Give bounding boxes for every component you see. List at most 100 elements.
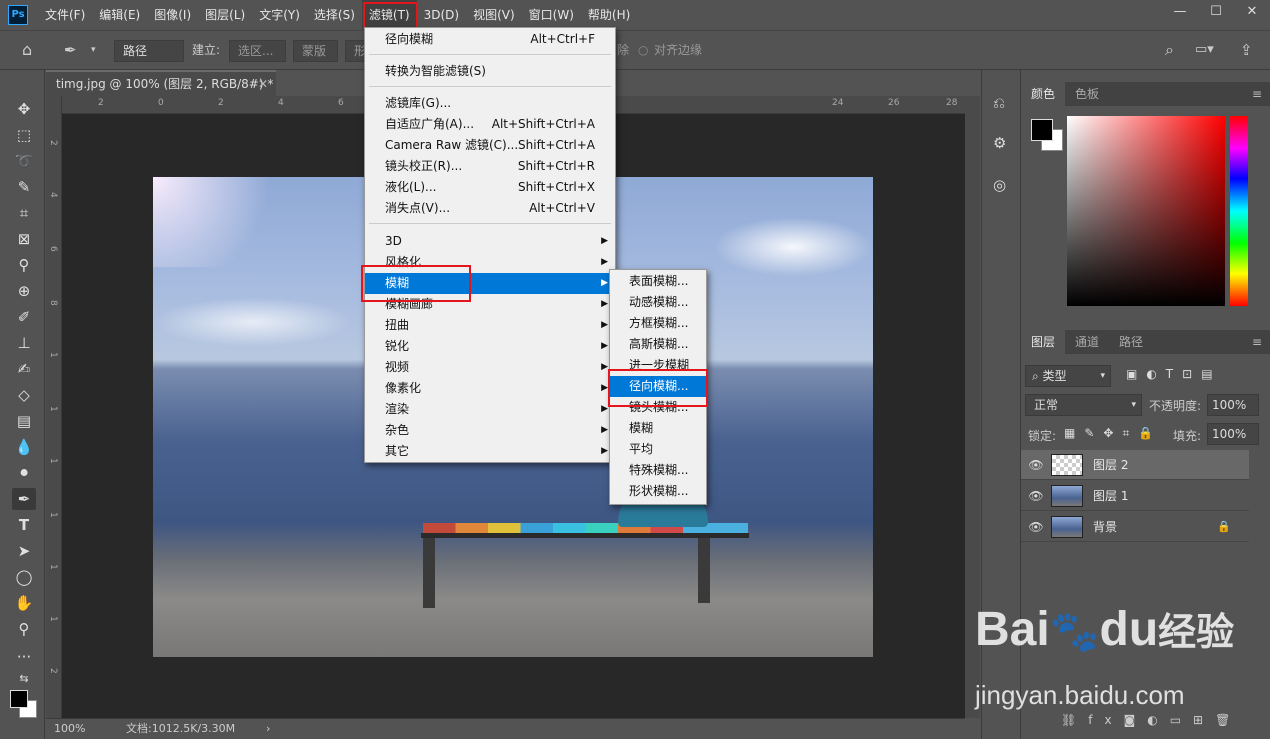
lock-icons[interactable]: ▦✎✥⌗🔒 [1064, 426, 1162, 441]
share-icon[interactable]: ⇪ [1240, 40, 1253, 62]
panel-menu-icon[interactable]: ≡ [1252, 82, 1262, 106]
close-tab-icon[interactable]: ✕ [258, 72, 268, 96]
submenu-video[interactable]: 视频 ▶ [365, 357, 615, 378]
brush-tool-icon[interactable]: ✐ [12, 306, 36, 328]
blur-tool-icon[interactable]: 💧 [12, 436, 36, 458]
status-arrow-icon[interactable]: › [266, 719, 270, 739]
menu-item-adaptive-wide-angle[interactable]: 自适应广角(A)... Alt+Shift+Ctrl+A [365, 114, 615, 135]
healing-brush-icon[interactable]: ⊕ [12, 280, 36, 302]
color-picker-field[interactable] [1067, 116, 1225, 306]
pen-tool-active-icon[interactable]: ✒ [12, 488, 36, 510]
blur-item-smart[interactable]: 特殊模糊... [610, 460, 706, 481]
selection-button[interactable]: 选区... [229, 40, 286, 62]
menu-item-smart-filter[interactable]: 转换为智能滤镜(S) [365, 61, 615, 82]
menu-item-last-filter[interactable]: 径向模糊 Alt+Ctrl+F [365, 29, 615, 50]
submenu-3d[interactable]: 3D ▶ [365, 231, 615, 252]
menu-3d[interactable]: 3D(D) [417, 0, 466, 30]
chevron-down-icon[interactable]: ▾ [91, 40, 96, 62]
menu-type[interactable]: 文字(Y) [252, 0, 307, 30]
crop-tool-icon[interactable]: ⌗ [12, 202, 36, 224]
menu-item-filter-gallery[interactable]: 滤镜库(G)... [365, 93, 615, 114]
quick-select-tool-icon[interactable]: ✎ [12, 176, 36, 198]
menu-item-camera-raw[interactable]: Camera Raw 滤镜(C)... Shift+Ctrl+A [365, 135, 615, 156]
menu-view[interactable]: 视图(V) [466, 0, 522, 30]
submenu-pixelate[interactable]: 像素化 ▶ [365, 378, 615, 399]
eraser-tool-icon[interactable]: ◇ [12, 384, 36, 406]
submenu-noise[interactable]: 杂色 ▶ [365, 420, 615, 441]
history-brush-icon[interactable]: ✍ [12, 358, 36, 380]
path-select-icon[interactable]: ➤ [12, 540, 36, 562]
layer-filter-select[interactable]: ⌕ 类型 ▾ [1025, 365, 1111, 387]
history-panel-icon[interactable]: ⎌ [993, 94, 1005, 112]
menu-item-vanishing-point[interactable]: 消失点(V)... Alt+Ctrl+V [365, 198, 615, 219]
dodge-tool-icon[interactable]: ⚫ [12, 462, 36, 484]
marquee-tool-icon[interactable]: ⬚ [12, 124, 36, 146]
home-icon[interactable]: ⌂ [22, 40, 32, 62]
blur-item-box[interactable]: 方框模糊... [610, 313, 706, 334]
opacity-input[interactable]: 100% [1207, 394, 1259, 416]
eye-icon[interactable]: 👁 [1021, 520, 1051, 534]
tab-paths[interactable]: 路径 [1109, 330, 1153, 354]
trash-icon[interactable]: 🗑 [1215, 713, 1242, 727]
hand-tool-icon[interactable]: ✋ [12, 592, 36, 614]
layer-row[interactable]: 👁 图层 2 [1021, 450, 1249, 480]
menu-layer[interactable]: 图层(L) [198, 0, 252, 30]
more-tools-icon[interactable]: ··· [12, 646, 36, 668]
blur-item-motion[interactable]: 动感模糊... [610, 292, 706, 313]
menu-file[interactable]: 文件(F) [38, 0, 92, 30]
zoom-level[interactable]: 100% [54, 719, 85, 739]
submenu-distort[interactable]: 扭曲 ▶ [365, 315, 615, 336]
menu-select[interactable]: 选择(S) [307, 0, 362, 30]
workspace-icon[interactable]: ▭▾ [1195, 40, 1214, 62]
adjustments-panel-icon[interactable]: ◎ [993, 176, 1006, 194]
blur-item-shape[interactable]: 形状模糊... [610, 481, 706, 502]
menu-edit[interactable]: 编辑(E) [92, 0, 147, 30]
blur-item-average[interactable]: 平均 [610, 439, 706, 460]
eye-icon[interactable]: 👁 [1021, 489, 1051, 503]
menu-item-lens-correction[interactable]: 镜头校正(R)... Shift+Ctrl+R [365, 156, 615, 177]
panel-menu-icon[interactable]: ≡ [1252, 330, 1262, 354]
search-icon[interactable]: ⌕ [1165, 40, 1174, 62]
blur-item-blur[interactable]: 模糊 [610, 418, 706, 439]
minimize-button[interactable]: — [1162, 0, 1198, 24]
mask-button[interactable]: 蒙版 [293, 40, 338, 62]
menu-help[interactable]: 帮助(H) [581, 0, 637, 30]
blur-item-gaussian[interactable]: 高斯模糊... [610, 334, 706, 355]
menu-item-liquify[interactable]: 液化(L)... Shift+Ctrl+X [365, 177, 615, 198]
layer-row[interactable]: 👁 背景 🔒 [1021, 512, 1249, 542]
eye-icon[interactable]: 👁 [1021, 458, 1051, 472]
color-foreground-swatch[interactable] [1031, 119, 1053, 141]
frame-tool-icon[interactable]: ⊠ [12, 228, 36, 250]
swap-colors-icon[interactable]: ⇆ [12, 668, 36, 690]
layer-filter-icons[interactable]: ▣◐T⊡▤ [1126, 367, 1222, 381]
lasso-tool-icon[interactable]: ➰ [12, 150, 36, 172]
layer-row[interactable]: 👁 图层 1 [1021, 481, 1249, 511]
tab-channels[interactable]: 通道 [1065, 330, 1109, 354]
mode-select[interactable]: 路径 [114, 40, 184, 62]
close-button[interactable]: ✕ [1234, 0, 1270, 24]
hue-slider[interactable] [1230, 116, 1248, 306]
menu-window[interactable]: 窗口(W) [522, 0, 581, 30]
foreground-color-swatch[interactable] [10, 690, 28, 708]
gradient-tool-icon[interactable]: ▤ [12, 410, 36, 432]
tab-layers[interactable]: 图层 [1021, 330, 1066, 354]
zoom-tool-icon[interactable]: ⚲ [12, 618, 36, 640]
blur-item-surface[interactable]: 表面模糊... [610, 271, 706, 292]
move-tool-icon[interactable]: ✥ [12, 98, 36, 120]
submenu-other[interactable]: 其它 ▶ [365, 441, 615, 462]
stamp-tool-icon[interactable]: ⊥ [12, 332, 36, 354]
submenu-render[interactable]: 渲染 ▶ [365, 399, 615, 420]
blend-mode-select[interactable]: 正常 ▾ [1025, 394, 1142, 416]
eyedropper-tool-icon[interactable]: ⚲ [12, 254, 36, 276]
tab-color[interactable]: 颜色 [1021, 82, 1066, 106]
document-tab[interactable]: timg.jpg @ 100% (图层 2, RGB/8#) * ✕ [46, 70, 276, 96]
shape-button[interactable]: 形 [345, 40, 366, 62]
submenu-sharpen[interactable]: 锐化 ▶ [365, 336, 615, 357]
align-edges-checkbox[interactable]: ○ [638, 40, 648, 62]
pen-tool-icon[interactable]: ✒ [64, 40, 77, 62]
properties-panel-icon[interactable]: ⚙ [993, 134, 1006, 152]
menu-image[interactable]: 图像(I) [147, 0, 198, 30]
type-tool-icon[interactable]: T [12, 514, 36, 536]
ellipse-tool-icon[interactable]: ◯ [12, 566, 36, 588]
fill-input[interactable]: 100% [1207, 423, 1259, 445]
